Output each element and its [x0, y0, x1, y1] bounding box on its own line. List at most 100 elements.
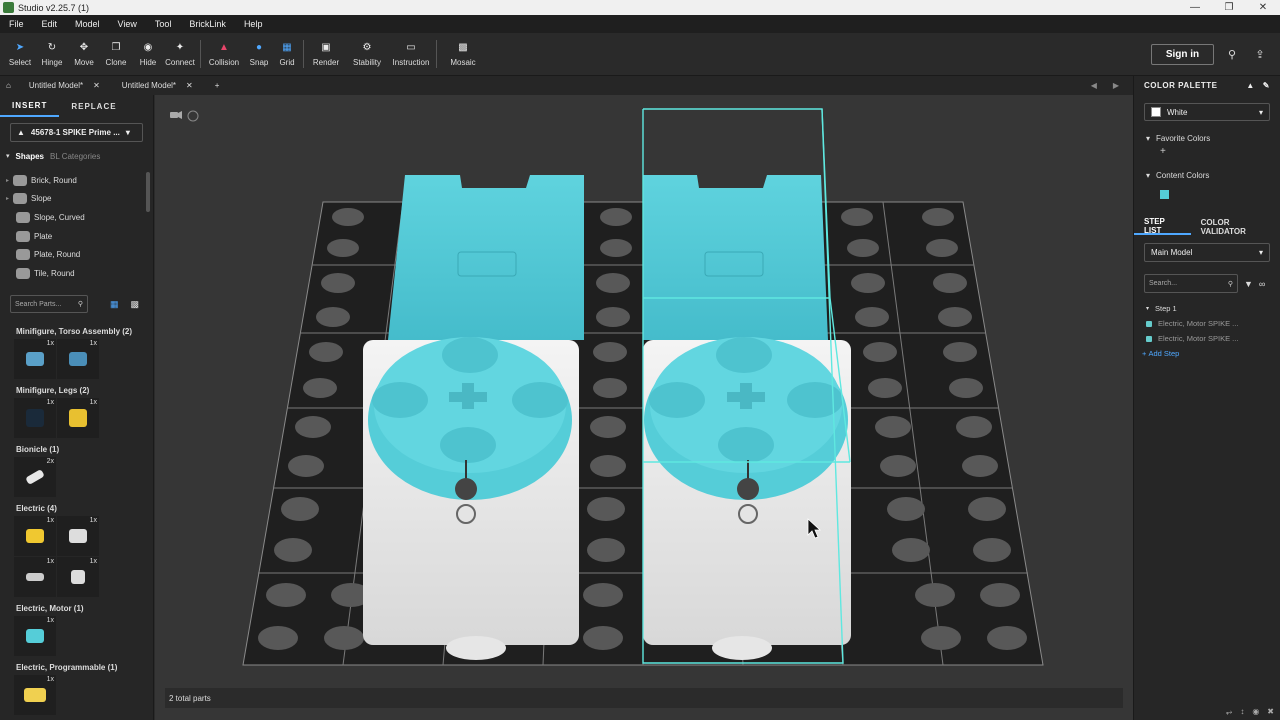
glasses-icon[interactable]: ∞ — [1259, 279, 1265, 289]
camera-icon: ▣ — [321, 42, 331, 53]
menu-model[interactable]: Model — [66, 19, 109, 29]
camera-icon[interactable] — [170, 111, 182, 119]
tab-step-list[interactable]: STEP LIST — [1134, 217, 1191, 235]
search-parts-input[interactable]: Search Parts... ⚲ — [10, 295, 88, 313]
add-tab-icon[interactable]: + — [203, 76, 230, 95]
part-tile[interactable]: 1x — [14, 339, 56, 379]
tab-bl-categories[interactable]: BL Categories — [50, 152, 100, 161]
menu-bricklink[interactable]: BrickLink — [180, 19, 235, 29]
list-item[interactable]: Plate — [0, 227, 150, 246]
select-tool[interactable]: ➤ Select — [4, 42, 36, 67]
part-tile[interactable]: 1x — [57, 516, 99, 556]
mosaic-tool[interactable]: ▩ Mosaic — [441, 42, 485, 67]
view-mode-icon[interactable] — [187, 110, 199, 122]
viewport-3d[interactable] — [155, 95, 1133, 720]
part-tile[interactable]: 2x — [14, 457, 56, 497]
part-tile[interactable]: 1x — [14, 675, 56, 715]
grid-tool[interactable]: ▦ Grid — [275, 42, 299, 67]
plate-round-icon — [16, 249, 30, 261]
expand-icon[interactable]: ↕ — [1240, 707, 1244, 717]
part-tile[interactable]: 1x — [14, 398, 56, 438]
sign-in-button[interactable]: Sign in — [1151, 44, 1214, 65]
part-tile[interactable]: 1x — [57, 339, 99, 379]
clone-tool[interactable]: ❐ Clone — [100, 42, 132, 67]
hide-tool[interactable]: ◉ Hide — [132, 42, 164, 67]
close-tab-icon[interactable]: ✕ — [93, 81, 100, 90]
favorite-colors-header[interactable]: ▾ Favorite Colors — [1134, 131, 1280, 146]
list-item[interactable]: Slope, Curved — [0, 208, 150, 227]
step-row[interactable]: ▾ Step 1 — [1134, 301, 1280, 316]
menu-tool[interactable]: Tool — [146, 19, 181, 29]
list-item[interactable]: ▸ Brick, Round — [0, 171, 150, 190]
stability-icon: ⚙ — [362, 42, 372, 53]
electric-icon — [26, 529, 44, 543]
add-favorite-icon[interactable]: + — [1134, 146, 1280, 158]
torso-icon — [69, 352, 87, 366]
toolbar-divider — [436, 40, 437, 68]
brick-round-icon — [13, 174, 28, 186]
upload-icon[interactable]: ⇪ — [1250, 44, 1270, 64]
cart-icon[interactable]: ⚲ — [1222, 44, 1242, 64]
minimize-icon[interactable]: — — [1178, 0, 1212, 15]
restore-icon[interactable]: ❐ — [1212, 0, 1246, 15]
filter-view-icon[interactable]: ▦ — [110, 299, 119, 310]
menu-view[interactable]: View — [109, 19, 146, 29]
tab-insert[interactable]: INSERT — [0, 95, 60, 117]
eyedropper-icon[interactable]: ✎ — [1263, 81, 1270, 90]
motor-right[interactable] — [643, 175, 851, 660]
parts-palette: INSERT REPLACE ▲ 45678-1 SPIKE Prime ...… — [0, 95, 154, 720]
color-selector[interactable]: White ▾ — [1144, 103, 1270, 121]
tab-model-2[interactable]: Untitled Model* ✕ — [110, 76, 203, 95]
connect-tool[interactable]: ✦ Connect — [164, 42, 196, 67]
tab-color-validator[interactable]: COLOR VALIDATOR — [1191, 218, 1280, 236]
content-color-swatch[interactable] — [1160, 190, 1169, 199]
grid-view-icon[interactable]: ▩ — [131, 299, 140, 310]
menu-edit[interactable]: Edit — [33, 19, 67, 29]
collapse-all-icon[interactable]: ⥅ — [1226, 707, 1232, 717]
list-item[interactable]: Tile, Round — [0, 264, 150, 283]
menu-help[interactable]: Help — [235, 19, 272, 29]
part-tile[interactable]: 1x — [57, 557, 99, 597]
add-step-button[interactable]: + Add Step — [1134, 346, 1280, 361]
instruction-tool[interactable]: ▭ Instruction — [390, 42, 432, 67]
scrollbar[interactable] — [146, 172, 150, 212]
step-search-input[interactable]: Search... ⚲ — [1144, 274, 1238, 293]
content-colors-header[interactable]: ▾ Content Colors — [1134, 168, 1280, 183]
collapse-right-icon[interactable]: ▶ — [1113, 81, 1119, 90]
hinge-tool[interactable]: ↻ Hinge — [36, 42, 68, 67]
list-item[interactable]: ▸ Slope — [0, 190, 150, 209]
status-bar: 2 total parts — [165, 688, 1123, 708]
part-tile[interactable]: 1x — [57, 398, 99, 438]
stability-tool[interactable]: ⚙ Stability — [344, 42, 390, 67]
toolbar: ➤ Select ↻ Hinge ✥ Move ❐ Clone ◉ Hide ✦ Conne… — [0, 33, 1280, 76]
step-item[interactable]: Electric, Motor SPIKE ... — [1134, 316, 1280, 331]
part-tile[interactable]: 1x — [14, 616, 56, 656]
part-tile[interactable]: 1x — [14, 516, 56, 556]
tab-shapes[interactable]: Shapes — [16, 152, 44, 161]
bionicle-icon — [25, 469, 45, 485]
step-item[interactable]: Electric, Motor SPIKE ... — [1134, 331, 1280, 346]
model-selector[interactable]: Main Model ▾ — [1144, 243, 1270, 262]
set-selector[interactable]: ▲ 45678-1 SPIKE Prime ... ▾ — [10, 123, 143, 142]
close-tab-icon[interactable]: ✕ — [186, 81, 193, 90]
delete-icon[interactable]: ✖ — [1267, 707, 1274, 717]
snap-tool[interactable]: ● Snap — [243, 42, 275, 67]
legs-icon — [26, 409, 44, 427]
paint-icon[interactable]: ▲ — [1246, 81, 1254, 90]
menu-file[interactable]: File — [0, 19, 33, 29]
collapse-left-icon[interactable]: ◀ — [1091, 81, 1097, 90]
collision-tool[interactable]: ▲ Collision — [205, 42, 243, 67]
tab-model-1[interactable]: Untitled Model* ✕ — [17, 76, 110, 95]
category-list: ▸ Brick, Round ▸ Slope Slope, Curved Plate… — [0, 171, 150, 284]
collapse-icon[interactable]: ▾ — [6, 152, 10, 160]
move-tool[interactable]: ✥ Move — [68, 42, 100, 67]
filter-icon[interactable]: ▼ — [1244, 279, 1253, 289]
visibility-icon[interactable]: ◉ — [1252, 707, 1259, 717]
list-item[interactable]: Plate, Round — [0, 245, 150, 264]
tab-replace[interactable]: REPLACE — [59, 95, 128, 117]
part-tile[interactable]: 1x — [14, 557, 56, 597]
home-icon[interactable]: ⌂ — [0, 76, 17, 95]
render-tool[interactable]: ▣ Render — [308, 42, 344, 67]
close-icon[interactable]: ✕ — [1246, 0, 1280, 15]
mosaic-icon: ▩ — [458, 42, 468, 53]
